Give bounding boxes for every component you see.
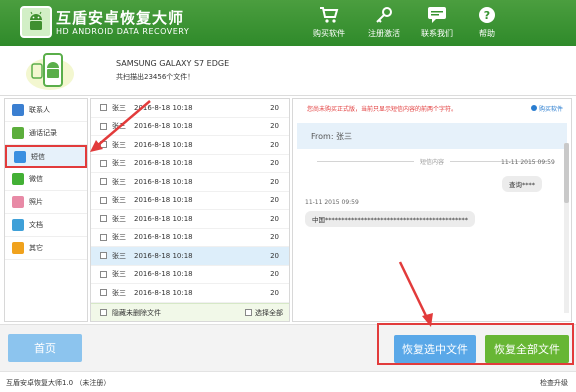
row-checkbox[interactable] — [100, 178, 107, 186]
key-icon — [366, 4, 402, 26]
sent-message: 查询**** — [502, 176, 542, 192]
row-checkbox[interactable] — [100, 215, 107, 223]
hide-deleted-checkbox[interactable] — [100, 309, 107, 316]
help-icon: ? — [472, 4, 502, 26]
list-item[interactable]: 张三 2016-8-18 10:18 20 — [91, 99, 289, 118]
message-detail: 您尚未购买正式版，当前只显示短信内容的前两个字符。 购买软件 From: 张三 … — [292, 98, 572, 322]
select-all-label: 选择全部 — [255, 308, 283, 317]
device-name: SAMSUNG GALAXY S7 EDGE — [116, 59, 230, 68]
hide-deleted-label: 隐藏未删除文件 — [112, 308, 161, 317]
sidebar-item-documents[interactable]: 文档 — [5, 214, 87, 237]
buy-link[interactable]: 购买软件 — [530, 104, 563, 113]
list-item[interactable]: 张三 2016-8-18 10:18 20 — [91, 118, 289, 136]
contact-label: 联系我们 — [421, 29, 453, 38]
row-checkbox[interactable] — [100, 233, 107, 241]
trial-notice: 您尚未购买正式版，当前只显示短信内容的前两个字符。 购买软件 — [293, 99, 571, 117]
cart-icon — [311, 4, 347, 26]
sidebar-item-label: 其它 — [29, 244, 43, 252]
sidebar-item-label: 通话记录 — [29, 129, 57, 137]
list-item[interactable]: 张三 2016-8-18 10:18 20 — [91, 210, 289, 229]
select-all[interactable]: 选择全部 — [245, 308, 283, 318]
document-icon — [12, 219, 24, 231]
android-logo-icon — [20, 6, 52, 38]
register-button[interactable]: 注册激活 — [366, 4, 402, 44]
check-update-link[interactable]: 检查升级 — [540, 378, 568, 388]
message-time: 11-11 2015 09:59 — [305, 199, 359, 206]
other-icon — [12, 242, 24, 254]
list-item-selected[interactable]: 张三 2016-8-18 10:18 20 — [91, 247, 289, 266]
contact-button[interactable]: 联系我们 — [419, 4, 455, 44]
category-sidebar: 联系人 通话记录 短信 微信 照片 文档 其它 — [4, 98, 88, 322]
android-phone-icon — [22, 50, 78, 92]
sidebar-item-label: 微信 — [29, 175, 43, 183]
list-item[interactable]: 张三 2016-8-18 10:18 20 — [91, 229, 289, 247]
sidebar-item-label: 联系人 — [29, 106, 50, 114]
sidebar-item-call-log[interactable]: 通话记录 — [5, 122, 87, 145]
row-checkbox[interactable] — [100, 141, 107, 149]
list-item[interactable]: 张三 2016-8-18 10:18 20 — [91, 284, 289, 303]
sidebar-item-label: 文档 — [29, 221, 43, 229]
buy-label: 购买软件 — [313, 29, 345, 38]
app-subtitle: HD ANDROID DATA RECOVERY — [56, 27, 190, 36]
help-button[interactable]: ? 帮助 — [472, 4, 502, 44]
row-checkbox[interactable] — [100, 289, 107, 297]
contacts-icon — [12, 104, 24, 116]
row-checkbox[interactable] — [100, 270, 107, 278]
scrollbar[interactable] — [564, 143, 569, 313]
row-checkbox[interactable] — [100, 122, 107, 130]
row-checkbox[interactable] — [100, 104, 107, 112]
sidebar-item-photos[interactable]: 照片 — [5, 191, 87, 214]
version-label: 互盾安卓恢复大师1.0 （未注册） — [6, 379, 111, 387]
message-time: 11-11 2015 09:59 — [501, 159, 555, 166]
row-checkbox[interactable] — [100, 159, 107, 167]
svg-text:?: ? — [484, 9, 490, 22]
wechat-icon — [12, 173, 24, 185]
message-list: 张三 2016-8-18 10:18 20 张三 2016-8-18 10:18 20 … — [90, 98, 290, 322]
sidebar-item-label: 照片 — [29, 198, 43, 206]
list-item[interactable]: 张三 2016-8-18 10:18 20 — [91, 155, 289, 173]
phone-icon — [12, 127, 24, 139]
trial-notice-text: 您尚未购买正式版，当前只显示短信内容的前两个字符。 — [307, 105, 458, 113]
list-footer: 隐藏未删除文件 选择全部 — [91, 303, 289, 321]
home-button[interactable]: 首页 — [8, 334, 82, 362]
sidebar-item-sms[interactable]: 短信 — [5, 145, 87, 168]
message-icon — [14, 150, 26, 163]
list-item[interactable]: 张三 2016-8-18 10:18 20 — [91, 192, 289, 210]
device-panel: SAMSUNG GALAXY S7 EDGE 共扫描出23456个文件！ — [0, 46, 576, 96]
status-bar: 互盾安卓恢复大师1.0 （未注册） 检查升级 — [0, 371, 576, 392]
buy-button[interactable]: 购买软件 — [311, 4, 347, 44]
photo-icon — [12, 196, 24, 208]
scan-count: 共扫描出23456个文件！ — [116, 73, 195, 81]
list-item[interactable]: 张三 2016-8-18 10:18 20 — [91, 266, 289, 284]
register-label: 注册激活 — [368, 29, 400, 38]
highlight-box — [377, 323, 574, 365]
scrollbar-thumb[interactable] — [564, 143, 569, 203]
sidebar-item-other[interactable]: 其它 — [5, 237, 87, 260]
sidebar-item-contacts[interactable]: 联系人 — [5, 99, 87, 122]
help-label: 帮助 — [479, 29, 495, 38]
list-item[interactable]: 张三 2016-8-18 10:18 20 — [91, 136, 289, 155]
select-all-checkbox[interactable] — [245, 309, 252, 316]
app-title: 互盾安卓恢复大师 — [56, 9, 185, 27]
from-header: From: 张三 — [297, 123, 567, 149]
row-checkbox[interactable] — [100, 196, 107, 204]
row-checkbox[interactable] — [100, 252, 107, 260]
info-icon — [530, 105, 537, 111]
list-item[interactable]: 张三 2016-8-18 10:18 20 — [91, 173, 289, 192]
sidebar-item-wechat[interactable]: 微信 — [5, 168, 87, 191]
sidebar-item-label: 短信 — [31, 152, 45, 161]
title-bar: 互盾安卓恢复大师 HD ANDROID DATA RECOVERY 购买软件 注… — [0, 0, 576, 46]
received-message: 中国**************************************… — [305, 211, 475, 227]
chat-icon — [419, 4, 455, 26]
